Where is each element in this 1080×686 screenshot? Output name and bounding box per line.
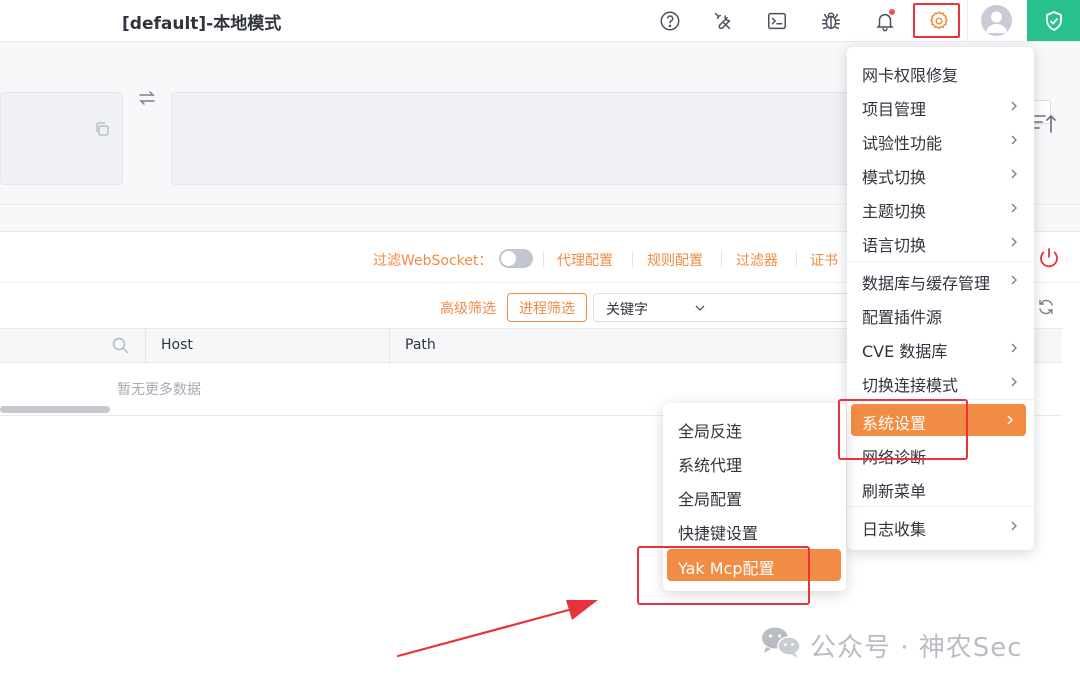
menu-item-language-switch[interactable]: 语言切换 xyxy=(851,226,1030,258)
advanced-filter-link[interactable]: 高级筛选 xyxy=(440,298,496,318)
security-shield-button[interactable] xyxy=(1027,0,1080,41)
cert-link[interactable]: 证书 xyxy=(810,250,838,270)
copy-icon[interactable] xyxy=(94,121,110,137)
menu-item-database-cache[interactable]: 数据库与缓存管理 xyxy=(851,264,1030,296)
chevron-right-icon xyxy=(1011,237,1017,247)
refresh-icon[interactable] xyxy=(1037,298,1055,316)
search-icon[interactable] xyxy=(112,337,129,354)
menu-item-log-collection[interactable]: 日志收集 xyxy=(851,510,1030,542)
settings-menu: 网卡权限修复 项目管理 试验性功能 模式切换 主题切换 语言切换 数据库与缓存管… xyxy=(847,47,1034,550)
submenu-item-shortcut-settings[interactable]: 快捷键设置 xyxy=(667,514,842,546)
chevron-right-icon xyxy=(1011,135,1017,145)
swap-icon[interactable] xyxy=(137,88,157,108)
menu-item-system-settings[interactable]: 系统设置 xyxy=(851,404,1026,436)
submenu-item-global-reverse[interactable]: 全局反连 xyxy=(667,412,842,444)
chevron-right-icon xyxy=(1011,275,1017,285)
process-filter-button[interactable]: 进程筛选 xyxy=(507,293,587,322)
chevron-right-icon xyxy=(1011,203,1017,213)
bell-icon[interactable] xyxy=(870,6,900,36)
system-settings-submenu: 全局反连 系统代理 全局配置 快捷键设置 Yak Mcp配置 xyxy=(663,403,846,591)
menu-item-nic-permission-fix[interactable]: 网卡权限修复 xyxy=(851,56,1030,88)
help-icon[interactable] xyxy=(655,6,685,36)
menu-item-experimental[interactable]: 试验性功能 xyxy=(851,124,1030,156)
bug-icon[interactable] xyxy=(816,6,846,36)
wechat-icon xyxy=(762,627,801,658)
tools-icon[interactable] xyxy=(708,6,738,36)
watermark: 公众号 · 神农Sec xyxy=(760,623,1060,663)
keyword-input[interactable] xyxy=(714,293,849,322)
menu-item-theme-switch[interactable]: 主题切换 xyxy=(851,192,1030,224)
window-title: [default]-本地模式 xyxy=(122,14,282,34)
input-area[interactable] xyxy=(0,92,123,185)
chevron-right-icon xyxy=(1007,415,1013,425)
chevron-right-icon xyxy=(1011,377,1017,387)
menu-item-mode-switch[interactable]: 模式切换 xyxy=(851,158,1030,190)
menu-item-cve-database[interactable]: CVE 数据库 xyxy=(851,332,1030,364)
proxy-config-link[interactable]: 代理配置 xyxy=(557,250,613,270)
horizontal-scrollbar[interactable] xyxy=(0,406,110,413)
rule-config-link[interactable]: 规则配置 xyxy=(647,250,703,270)
menu-item-network-diagnosis[interactable]: 网络诊断 xyxy=(851,438,1030,470)
chevron-right-icon xyxy=(1011,521,1017,531)
menu-item-connection-mode[interactable]: 切换连接模式 xyxy=(851,366,1030,398)
arrow-annotation xyxy=(396,600,598,658)
chevron-right-icon xyxy=(1011,101,1017,111)
websocket-toggle[interactable] xyxy=(499,249,533,268)
column-path[interactable]: Path xyxy=(405,337,436,353)
user-avatar[interactable] xyxy=(981,5,1012,36)
power-icon[interactable] xyxy=(1037,246,1061,270)
chevron-down-icon xyxy=(695,305,705,311)
submenu-item-system-proxy[interactable]: 系统代理 xyxy=(667,446,842,478)
title-bar: [default]-本地模式 xyxy=(0,0,1080,42)
watermark-text: 公众号 · 神农Sec xyxy=(810,633,1023,663)
filter-websocket-label: 过滤WebSocket： xyxy=(373,253,493,269)
output-area[interactable] xyxy=(171,92,851,185)
column-host[interactable]: Host xyxy=(161,337,193,353)
keyword-select[interactable]: 关键字 xyxy=(593,293,715,322)
menu-item-plugin-source[interactable]: 配置插件源 xyxy=(851,298,1030,330)
submenu-item-global-config[interactable]: 全局配置 xyxy=(667,480,842,512)
terminal-icon[interactable] xyxy=(762,6,792,36)
chevron-right-icon xyxy=(1011,169,1017,179)
keyword-select-value: 关键字 xyxy=(606,302,648,318)
empty-state-text: 暂无更多数据 xyxy=(117,382,201,398)
filter-link[interactable]: 过滤器 xyxy=(736,250,778,270)
settings-gear-icon[interactable] xyxy=(924,6,954,36)
shield-check-icon xyxy=(1045,10,1062,31)
notification-dot xyxy=(889,9,895,15)
app-window: [default]-本地模式 过滤WebSocket： 代理配置 规则配置 过滤… xyxy=(0,0,1080,686)
menu-item-refresh-menu[interactable]: 刷新菜单 xyxy=(851,472,1030,504)
sort-icon[interactable] xyxy=(1032,110,1058,136)
menu-item-project-management[interactable]: 项目管理 xyxy=(851,90,1030,122)
submenu-item-yak-mcp-config[interactable]: Yak Mcp配置 xyxy=(667,549,841,581)
chevron-right-icon xyxy=(1011,343,1017,353)
